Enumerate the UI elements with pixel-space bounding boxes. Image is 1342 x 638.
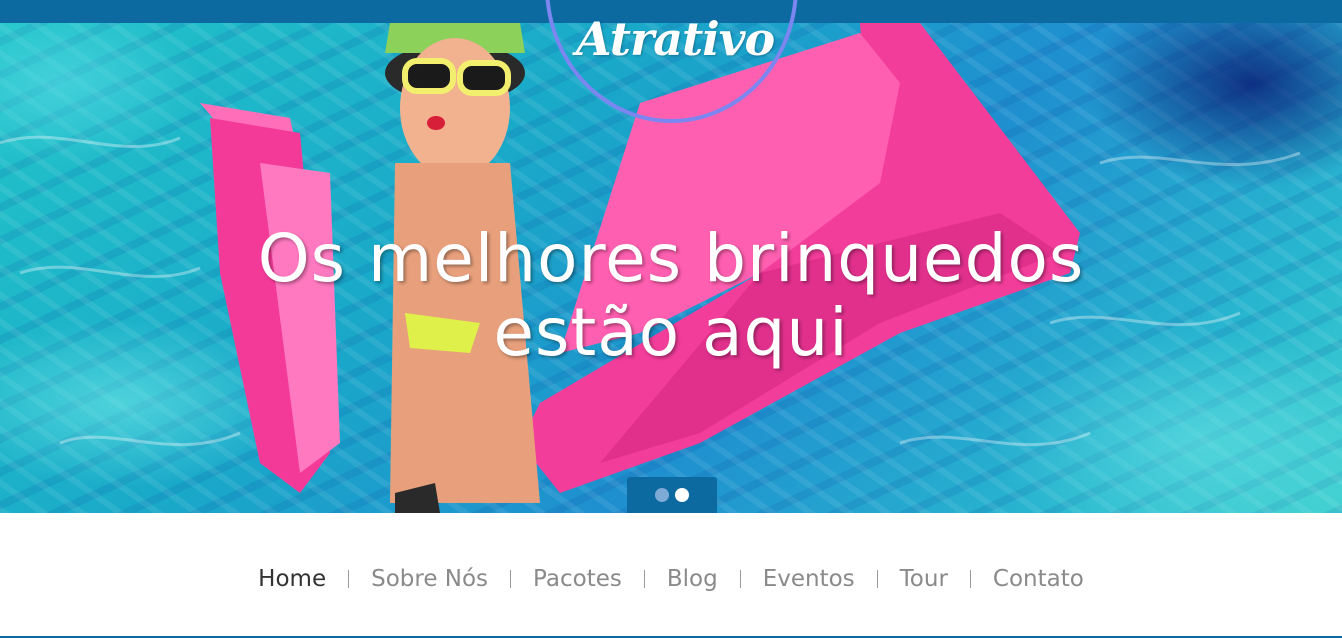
hero-headline: Os melhores brinquedos estão aqui — [150, 222, 1192, 370]
slide-dot-1[interactable] — [655, 488, 669, 502]
nav-link-eventos[interactable]: Eventos — [741, 566, 877, 592]
headline-line-1: Os melhores brinquedos — [257, 220, 1085, 297]
slide-dot-2[interactable] — [675, 488, 689, 502]
slider-pagination — [627, 477, 717, 513]
nav-link-home[interactable]: Home — [236, 566, 348, 592]
nav-link-blog[interactable]: Blog — [645, 566, 740, 592]
nav-item-blog: Blog — [645, 566, 740, 592]
nav-item-home: Home — [236, 566, 348, 592]
nav-item-pacotes: Pacotes — [511, 566, 644, 592]
nav-link-pacotes[interactable]: Pacotes — [511, 566, 644, 592]
site-logo[interactable]: Atrativo — [560, 12, 790, 66]
nav-item-tour: Tour — [878, 566, 970, 592]
main-navigation: Home Sobre Nós Pacotes Blog Eventos Tour… — [0, 513, 1342, 638]
nav-item-sobre-nos: Sobre Nós — [349, 566, 510, 592]
nav-link-tour[interactable]: Tour — [878, 566, 970, 592]
nav-item-eventos: Eventos — [741, 566, 877, 592]
nav-item-contato: Contato — [971, 566, 1106, 592]
nav-link-contato[interactable]: Contato — [971, 566, 1106, 592]
headline-line-2: estão aqui — [493, 294, 849, 371]
nav-link-sobre-nos[interactable]: Sobre Nós — [349, 566, 510, 592]
